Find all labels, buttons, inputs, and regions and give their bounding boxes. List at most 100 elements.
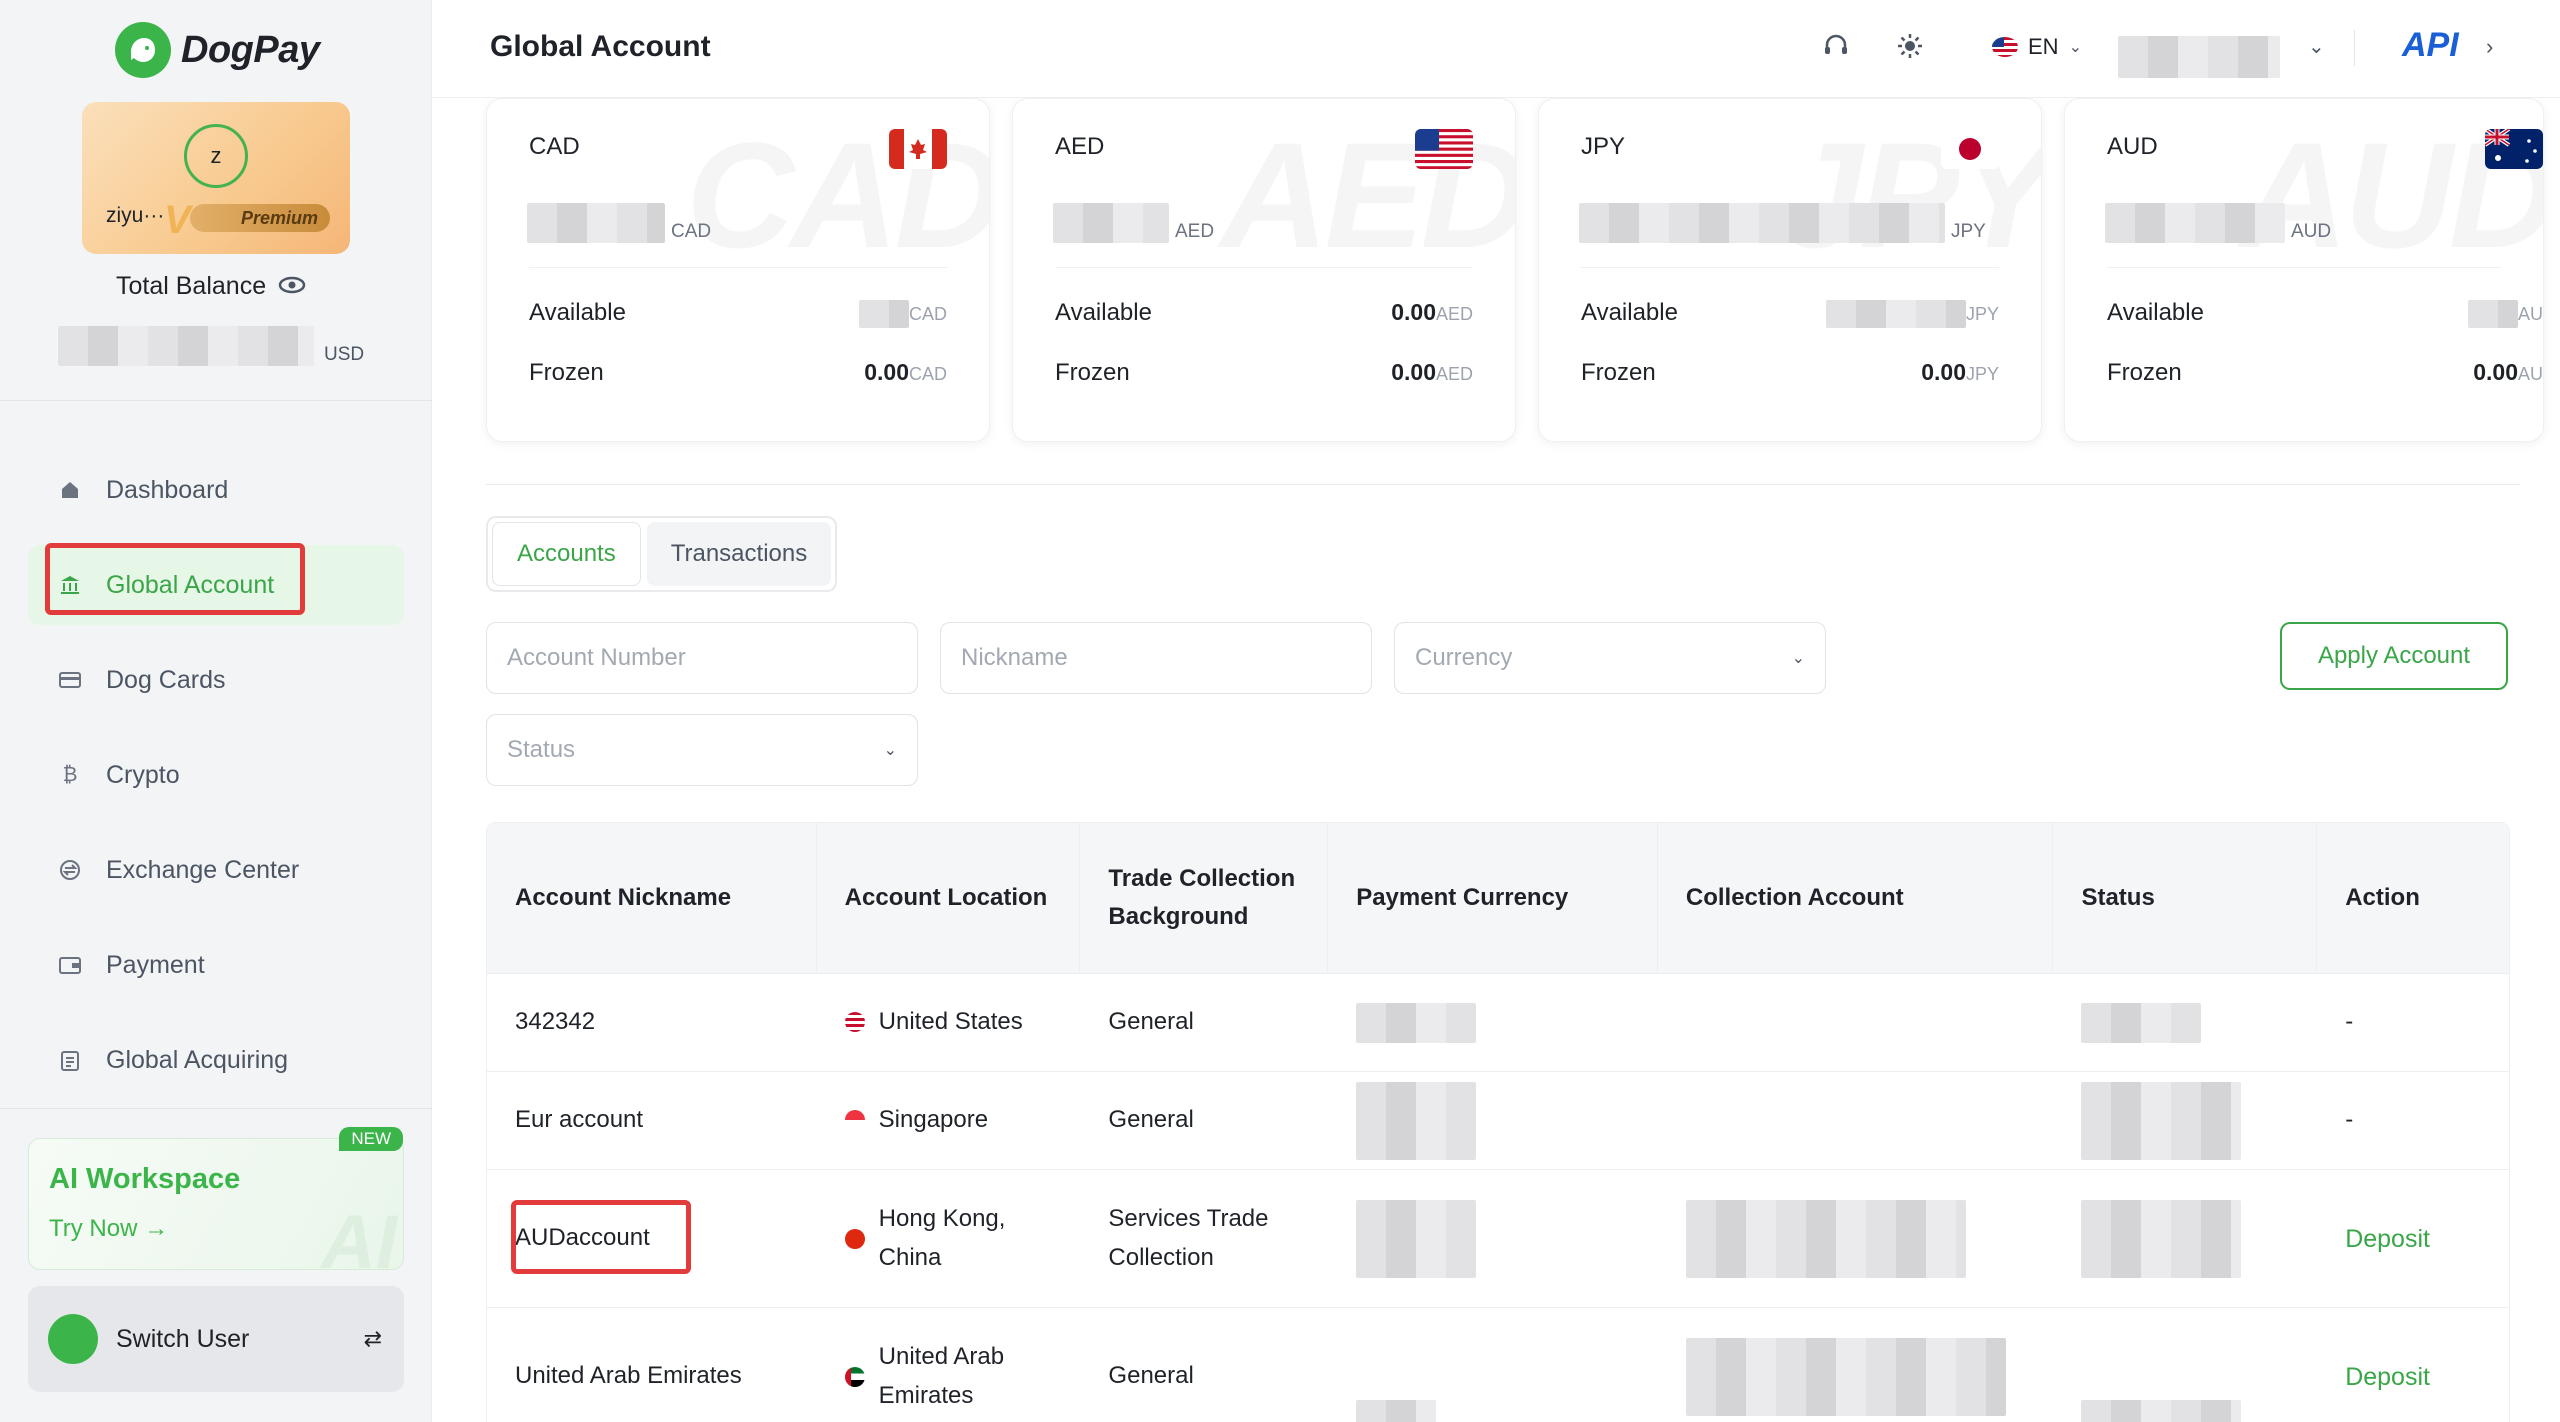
currency-select[interactable]: Currency ⌄ (1394, 622, 1826, 694)
frozen-label: Frozen (529, 359, 604, 386)
clipboard-icon (58, 1048, 82, 1072)
cell-payment-currency (1328, 1308, 1658, 1422)
canada-flag-icon (889, 129, 947, 169)
frozen-value: 0.00AED (1391, 359, 1473, 385)
headset-icon[interactable] (1822, 32, 1850, 67)
card-frozen-row: Frozen 0.00AU (2107, 359, 2543, 387)
premium-badge: Premium (190, 204, 330, 232)
switch-user-button[interactable]: Switch User ⇄ (28, 1286, 404, 1392)
user-account-blurred[interactable] (2118, 36, 2280, 78)
table-row[interactable]: AUDaccount Hong Kong, China Services Tra… (487, 1169, 2509, 1307)
table-row[interactable]: 342342 United States General - (487, 973, 2509, 1071)
card-currency-code: CAD (529, 133, 580, 160)
page-title: Global Account (490, 30, 711, 63)
chevron-down-icon: ⌄ (883, 742, 897, 759)
balance-unit: USD (324, 344, 365, 365)
user-avatar: z (184, 124, 248, 188)
chevron-down-icon: ⌄ (1791, 650, 1805, 667)
table-row[interactable]: Eur account Singapore General - (487, 1071, 2509, 1169)
available-label: Available (2107, 299, 2204, 326)
chevron-down-icon[interactable]: ⌄ (2308, 34, 2325, 59)
apply-account-button[interactable]: Apply Account (2280, 622, 2508, 690)
nav-item-crypto[interactable]: ₿ Crypto (28, 735, 404, 815)
bitcoin-icon: ₿ (62, 763, 78, 786)
account-number-input[interactable]: Account Number (486, 622, 918, 694)
blurred-value (2081, 1399, 2242, 1422)
nav-item-payment[interactable]: Payment (28, 925, 404, 1005)
nav-item-global-account[interactable]: Global Account (28, 545, 404, 625)
language-selector[interactable]: EN ⌄ (1992, 34, 2082, 60)
cell-location: Hong Kong, China (817, 1170, 1081, 1307)
swap-arrows-icon: ⇄ (363, 1326, 382, 1351)
tab-transactions[interactable]: Transactions (646, 522, 832, 586)
eye-icon[interactable] (278, 272, 306, 301)
cell-payment-currency (1328, 1170, 1658, 1307)
cell-background: General (1108, 1362, 1194, 1390)
bank-icon (58, 573, 82, 597)
top-header: Global Account EN ⌄ ⌄ API › (432, 0, 2560, 98)
card-balance-unit: AED (1175, 221, 1215, 242)
house-icon (58, 478, 82, 502)
try-now-link[interactable]: Try Now → (49, 1215, 168, 1243)
currency-card-cad[interactable]: CAD CAD CAD Available CAD Frozen 0.00CAD (486, 98, 990, 442)
sidebar: DogPay z ziyu··· Premium V Total Balance… (0, 0, 432, 1422)
blurred-value (2081, 1081, 2242, 1160)
frozen-label: Frozen (2107, 359, 2182, 386)
cell-action: - (2345, 1106, 2354, 1134)
api-link[interactable]: API (2402, 26, 2459, 65)
card-divider (2107, 267, 2501, 268)
col-header: Action (2345, 883, 2420, 911)
nav-item-dog-cards[interactable]: Dog Cards (28, 640, 404, 720)
cell-location: United Arab Emirates (817, 1308, 1081, 1422)
nickname-input[interactable]: Nickname (940, 622, 1372, 694)
nav-item-global-acquiring[interactable]: Global Acquiring (28, 1020, 404, 1100)
account-number-placeholder: Account Number (507, 644, 686, 671)
chevron-right-icon[interactable]: › (2486, 34, 2493, 60)
cell-status (2053, 1072, 2317, 1169)
currency-card-aed[interactable]: AED AED AED Available 0.00AED Frozen 0.0… (1012, 98, 1516, 442)
japan-flag-icon (1941, 129, 1999, 169)
nav-label: Payment (106, 950, 205, 979)
user-card[interactable]: z ziyu··· Premium V (82, 102, 350, 254)
cell-background: General (1108, 1008, 1194, 1036)
table-row[interactable]: United Arab Emirates United Arab Emirate… (487, 1307, 2509, 1422)
chevron-down-icon: ⌄ (2068, 39, 2082, 56)
sidebar-divider (0, 400, 432, 401)
sun-icon[interactable] (1896, 32, 1924, 67)
card-balance-unit: AUD (2291, 221, 2332, 242)
blurred-value (1685, 1199, 1966, 1278)
cell-location: Singapore (817, 1072, 1081, 1169)
card-frozen-row: Frozen 0.00JPY (1581, 359, 1999, 387)
section-divider (486, 484, 2520, 485)
cell-payment-currency (1328, 974, 1658, 1071)
deposit-link[interactable]: Deposit (2317, 1170, 2509, 1307)
us-flag-icon (1415, 129, 1473, 169)
status-select[interactable]: Status ⌄ (486, 714, 918, 786)
main-content: CAD CAD CAD Available CAD Frozen 0.00CAD… (432, 98, 2560, 1422)
frozen-value: 0.00JPY (1921, 359, 1999, 385)
available-value: CAD (858, 299, 947, 328)
card-balance-blurred (1579, 203, 1945, 243)
nav-item-exchange-center[interactable]: Exchange Center (28, 830, 404, 910)
card-balance: CAD (527, 203, 711, 243)
card-available-row: Available AU (2107, 299, 2543, 328)
currency-card-jpy[interactable]: JPY JPY JPY Available JPY Frozen 0.00JPY (1538, 98, 2042, 442)
cell-collection-account (1658, 1170, 2054, 1307)
card-icon (58, 668, 82, 692)
ai-workspace-card[interactable]: NEW AI AI Workspace Try Now → (28, 1127, 404, 1285)
table-header: Account Nickname Account Location Trade … (487, 823, 2509, 973)
currency-placeholder: Currency (1415, 644, 1513, 671)
sidebar-nav: Dashboard Global Account Dog Cards ₿ Cry… (28, 450, 404, 1115)
brand-name: DogPay (181, 28, 320, 71)
cell-collection-account (1658, 974, 2054, 1071)
logo[interactable]: DogPay (115, 22, 320, 78)
nav-item-dashboard[interactable]: Dashboard (28, 450, 404, 530)
deposit-link[interactable]: Deposit (2317, 1308, 2509, 1422)
tab-accounts[interactable]: Accounts (492, 522, 641, 586)
currency-card-aud[interactable]: AUD AUD AUD Available AU Frozen 0.00AU (2064, 98, 2544, 442)
dog-logo-icon (115, 22, 171, 78)
cell-nickname: Eur account (515, 1106, 644, 1134)
uae-flag-icon (844, 1366, 865, 1387)
frozen-label: Frozen (1055, 359, 1130, 386)
blurred-value (1685, 1337, 2006, 1416)
